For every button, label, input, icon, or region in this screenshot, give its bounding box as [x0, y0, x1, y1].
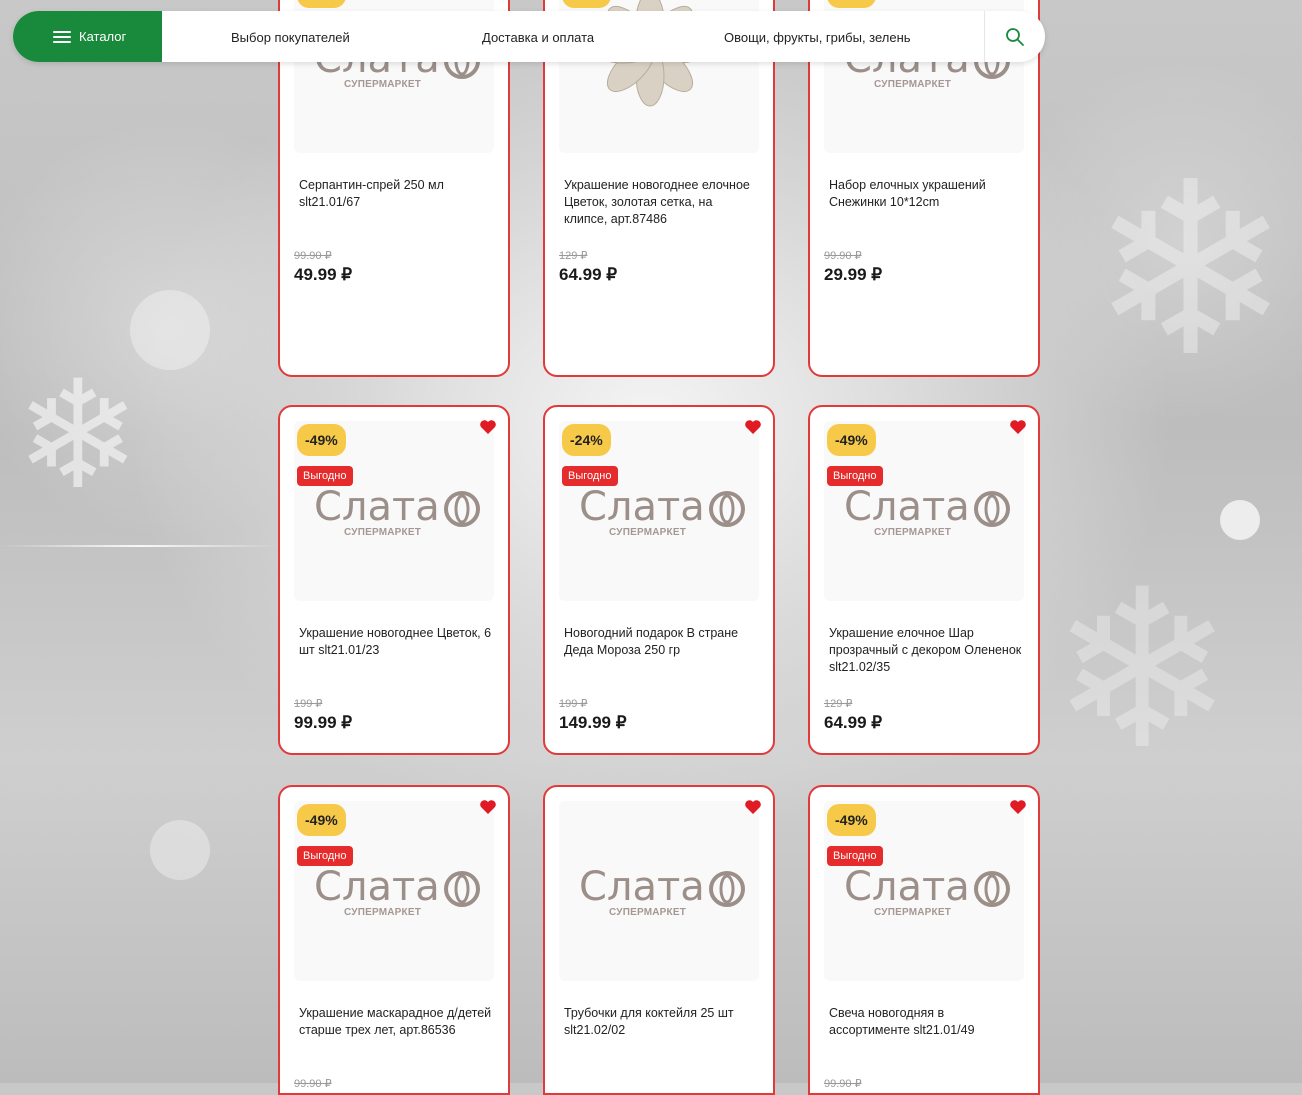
slata-logo-icon — [972, 869, 1012, 914]
promo-badge: Выгодно — [827, 846, 883, 866]
old-price: 129 ₽ — [824, 698, 853, 710]
product-card[interactable]: Слата СУПЕРМАРКЕТ Трубочки для коктейля 25… — [543, 785, 775, 1095]
logo-subtext: СУПЕРМАРКЕТ — [609, 527, 687, 538]
slata-logo-icon — [442, 869, 482, 914]
logo-subtext: СУПЕРМАРКЕТ — [874, 907, 952, 918]
old-price: 99.90 ₽ — [824, 250, 862, 262]
discount-badge: -49% — [297, 804, 346, 836]
logo-subtext: СУПЕРМАРКЕТ — [609, 907, 687, 918]
discount-badge: -49% — [827, 804, 876, 836]
nav-link-delivery[interactable]: Доставка и оплата — [482, 11, 594, 62]
slata-logo: СлатаСУПЕРМАРКЕТ — [314, 485, 482, 541]
light-flare — [0, 545, 280, 547]
slata-logo: СлатаСУПЕРМАРКЕТ — [579, 485, 747, 541]
catalog-label: Каталог — [79, 29, 127, 44]
product-name[interactable]: Украшение маскарадное д/детей старше тре… — [299, 1005, 494, 1039]
favorite-heart-icon[interactable] — [1009, 419, 1027, 440]
search-icon — [1006, 27, 1024, 46]
discount-badge: -69% — [827, 0, 876, 8]
favorite-heart-icon[interactable] — [479, 419, 497, 440]
promo-badge: Выгодно — [562, 466, 618, 486]
product-name[interactable]: Украшение новогоднее Цветок, 6 шт slt21.… — [299, 625, 494, 659]
product-name[interactable]: Серпантин-спрей 250 мл slt21.01/67 — [299, 177, 494, 211]
slata-logo: СлатаСУПЕРМАРКЕТ — [844, 865, 1012, 921]
product-card[interactable]: Слата СУПЕРМАРКЕТ -49% Выгодно Свеча новогод… — [808, 785, 1040, 1095]
catalog-button[interactable]: Каталог — [13, 11, 162, 62]
discount-badge: -49% — [297, 0, 346, 8]
old-price: 129 ₽ — [559, 250, 588, 262]
favorite-heart-icon[interactable] — [1009, 799, 1027, 820]
promo-badge: Выгодно — [297, 466, 353, 486]
product-card[interactable]: Слата СУПЕРМАРКЕТ -49% Выгодно Украшение нов… — [278, 405, 510, 755]
product-name[interactable]: Украшение новогоднее елочное Цветок, зол… — [564, 177, 759, 228]
discount-badge: -49% — [827, 424, 876, 456]
slata-logo: СлатаСУПЕРМАРКЕТ — [579, 865, 747, 921]
search-button[interactable] — [984, 11, 1045, 62]
logo-subtext: СУПЕРМАРКЕТ — [344, 79, 422, 90]
menu-icon — [53, 30, 71, 43]
old-price: 199 ₽ — [294, 698, 323, 710]
current-price: 149.99 ₽ — [559, 713, 627, 732]
favorite-heart-icon[interactable] — [744, 799, 762, 820]
promo-badge: Выгодно — [827, 466, 883, 486]
discount-badge: -49% — [297, 424, 346, 456]
discount-badge: -24% — [562, 424, 611, 456]
slata-logo-icon — [972, 489, 1012, 534]
logo-text: Слата — [844, 864, 970, 910]
product-card[interactable]: Слата СУПЕРМАРКЕТ -49% Выгодно Украшение мас… — [278, 785, 510, 1095]
snowflake-decoration-icon: ❄ — [15, 351, 141, 519]
favorite-heart-icon[interactable] — [479, 799, 497, 820]
logo-text: Слата — [579, 864, 705, 910]
current-price: 64.99 ₽ — [559, 265, 618, 284]
slata-logo: СлатаСУПЕРМАРКЕТ — [844, 485, 1012, 541]
slata-logo: СлатаСУПЕРМАРКЕТ — [314, 865, 482, 921]
old-price: 99.90 ₽ — [294, 1078, 332, 1090]
old-price: 199 ₽ — [559, 698, 588, 710]
logo-subtext: СУПЕРМАРКЕТ — [344, 527, 422, 538]
nav-link-buyers-choice[interactable]: Выбор покупателей — [231, 11, 350, 62]
old-price: 99.90 ₽ — [824, 1078, 862, 1090]
bokeh-light — [150, 820, 210, 880]
current-price: 29.99 ₽ — [824, 265, 883, 284]
current-price: 99.99 ₽ — [294, 713, 353, 732]
slata-logo-icon — [707, 869, 747, 914]
slata-logo-icon — [442, 489, 482, 534]
favorite-heart-icon[interactable] — [744, 419, 762, 440]
product-name[interactable]: Украшение елочное Шар прозрачный с декор… — [829, 625, 1024, 676]
snowflake-decoration-icon: ❄ — [1090, 136, 1292, 404]
logo-text: Слата — [579, 484, 705, 530]
logo-text: Слата — [314, 864, 440, 910]
bokeh-light — [1220, 500, 1260, 540]
logo-subtext: СУПЕРМАРКЕТ — [344, 907, 422, 918]
logo-text: Слата — [314, 484, 440, 530]
slata-logo-icon — [707, 489, 747, 534]
product-name[interactable]: Свеча новогодняя в ассортименте slt21.01… — [829, 1005, 1024, 1039]
snowflake-decoration-icon: ❄ — [1050, 547, 1235, 793]
nav-link-vegetables[interactable]: Овощи, фрукты, грибы, зелень — [724, 11, 911, 62]
logo-subtext: СУПЕРМАРКЕТ — [874, 79, 952, 90]
product-name[interactable]: Набор елочных украшений Снежинки 10*12cm — [829, 177, 1024, 211]
bokeh-light — [130, 290, 210, 370]
product-name[interactable]: Новогодний подарок В стране Деда Мороза … — [564, 625, 759, 659]
product-name[interactable]: Трубочки для коктейля 25 шт slt21.02/02 — [564, 1005, 759, 1039]
old-price: 99.90 ₽ — [294, 250, 332, 262]
current-price: 49.99 ₽ — [294, 265, 353, 284]
top-nav-bar: Каталог Выбор покупателей Доставка и опл… — [13, 11, 1045, 62]
discount-badge: -49% — [562, 0, 611, 8]
product-card[interactable]: Слата СУПЕРМАРКЕТ -49% Выгодно Украшение ело… — [808, 405, 1040, 755]
promo-badge: Выгодно — [297, 846, 353, 866]
logo-subtext: СУПЕРМАРКЕТ — [874, 527, 952, 538]
logo-text: Слата — [844, 484, 970, 530]
current-price: 64.99 ₽ — [824, 713, 883, 732]
product-card[interactable]: Слата СУПЕРМАРКЕТ -24% Выгодно Новогодний по… — [543, 405, 775, 755]
